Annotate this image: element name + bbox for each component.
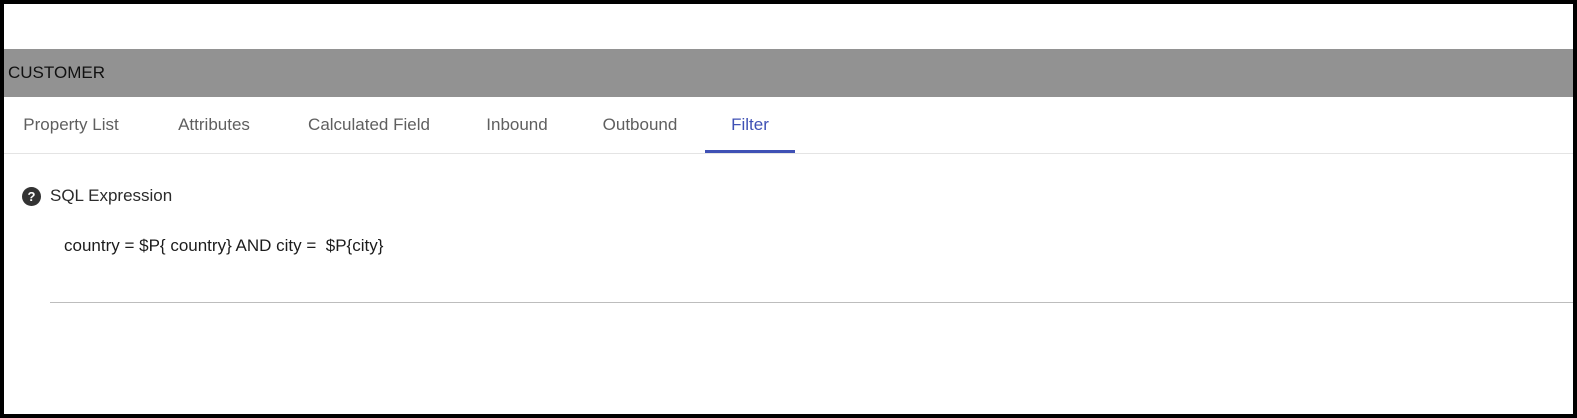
tab-inbound[interactable]: Inbound xyxy=(470,97,564,153)
expression-field-underline xyxy=(50,302,1573,303)
tab-label: Outbound xyxy=(602,115,678,134)
active-tab-indicator xyxy=(705,150,795,153)
sql-expression-input[interactable]: country = $P{ country} AND city = $P{cit… xyxy=(64,235,383,257)
sql-expression-label: SQL Expression xyxy=(50,186,173,205)
entity-header: CUSTOMER xyxy=(4,49,1573,97)
tab-outbound[interactable]: Outbound xyxy=(584,97,696,153)
question-circle-icon[interactable]: ? xyxy=(22,187,41,206)
tab-label: Inbound xyxy=(486,115,548,134)
tab-calculated-field[interactable]: Calculated Field xyxy=(288,97,450,153)
window-frame: CUSTOMER Property List Attributes Calcul… xyxy=(0,0,1577,418)
tab-label: Attributes xyxy=(178,115,250,134)
tab-label: Filter xyxy=(731,115,769,134)
entity-title: CUSTOMER xyxy=(8,63,105,82)
tab-label: Calculated Field xyxy=(308,115,430,134)
tab-property-list[interactable]: Property List xyxy=(4,97,138,153)
tab-attributes[interactable]: Attributes xyxy=(158,97,270,153)
tab-filter[interactable]: Filter xyxy=(705,97,795,153)
tab-label: Property List xyxy=(23,115,119,134)
tab-bar: Property List Attributes Calculated Fiel… xyxy=(4,97,1573,154)
